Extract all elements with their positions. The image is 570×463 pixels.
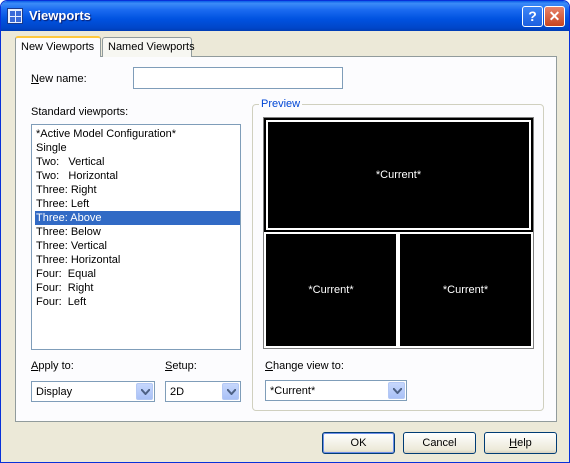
list-item-selected[interactable]: Three: Above xyxy=(35,211,240,225)
list-item[interactable]: Three: Horizontal xyxy=(35,253,240,267)
change-view-value: *Current* xyxy=(270,385,316,397)
standard-viewports-label: Standard viewports: xyxy=(31,106,129,118)
chevron-down-icon[interactable] xyxy=(388,382,405,399)
list-item[interactable]: Two: Vertical xyxy=(35,155,240,169)
setup-label: Setup: xyxy=(165,360,197,372)
list-item[interactable]: *Active Model Configuration* xyxy=(35,127,240,141)
list-item[interactable]: Single xyxy=(35,141,240,155)
list-item[interactable]: Three: Left xyxy=(35,197,240,211)
apply-to-dropdown[interactable]: Display xyxy=(31,381,155,402)
close-icon: ✕ xyxy=(548,8,561,24)
list-item[interactable]: Two: Horizontal xyxy=(35,169,240,183)
standard-viewports-list[interactable]: *Active Model Configuration* Single Two:… xyxy=(31,124,241,350)
chevron-down-icon[interactable] xyxy=(222,383,239,400)
viewports-app-icon xyxy=(7,8,23,24)
window-title: Viewports xyxy=(29,8,91,23)
list-item[interactable]: Four: Equal xyxy=(35,267,240,281)
apply-to-label: Apply to: xyxy=(31,360,74,372)
viewport-top: *Current* xyxy=(266,120,531,230)
chevron-down-icon[interactable] xyxy=(136,383,153,400)
preview-area: *Current* *Current* *Current* xyxy=(263,117,534,349)
list-item[interactable]: Three: Below xyxy=(35,225,240,239)
change-view-label: Change view to: xyxy=(265,360,344,372)
setup-dropdown[interactable]: 2D xyxy=(165,381,241,402)
new-name-input[interactable] xyxy=(133,67,343,89)
viewport-bottom-left: *Current* xyxy=(264,232,398,348)
new-name-label: New name: xyxy=(31,73,87,85)
ok-button[interactable]: OK xyxy=(322,432,395,454)
help-button[interactable]: Help xyxy=(484,432,557,454)
cancel-button[interactable]: Cancel xyxy=(403,432,476,454)
viewport-bottom-right: *Current* xyxy=(398,232,533,348)
apply-to-value: Display xyxy=(36,386,73,398)
setup-value: 2D xyxy=(170,386,185,398)
title-bar[interactable]: Viewports ? ✕ xyxy=(1,1,569,31)
list-item[interactable]: Four: Right xyxy=(35,281,240,295)
help-title-button[interactable]: ? xyxy=(522,6,543,27)
tab-new-viewports[interactable]: New Viewports xyxy=(15,36,101,57)
list-item[interactable]: Four: Left xyxy=(35,295,240,309)
tab-named-viewports[interactable]: Named Viewports xyxy=(102,37,195,57)
preview-label: Preview xyxy=(259,98,303,110)
list-item[interactable]: Three: Right xyxy=(35,183,240,197)
change-view-dropdown[interactable]: *Current* xyxy=(265,380,407,401)
viewports-dialog: Viewports ? ✕ New Viewports Named Viewpo… xyxy=(0,0,570,463)
list-item[interactable]: Three: Vertical xyxy=(35,239,240,253)
close-button[interactable]: ✕ xyxy=(544,6,565,27)
